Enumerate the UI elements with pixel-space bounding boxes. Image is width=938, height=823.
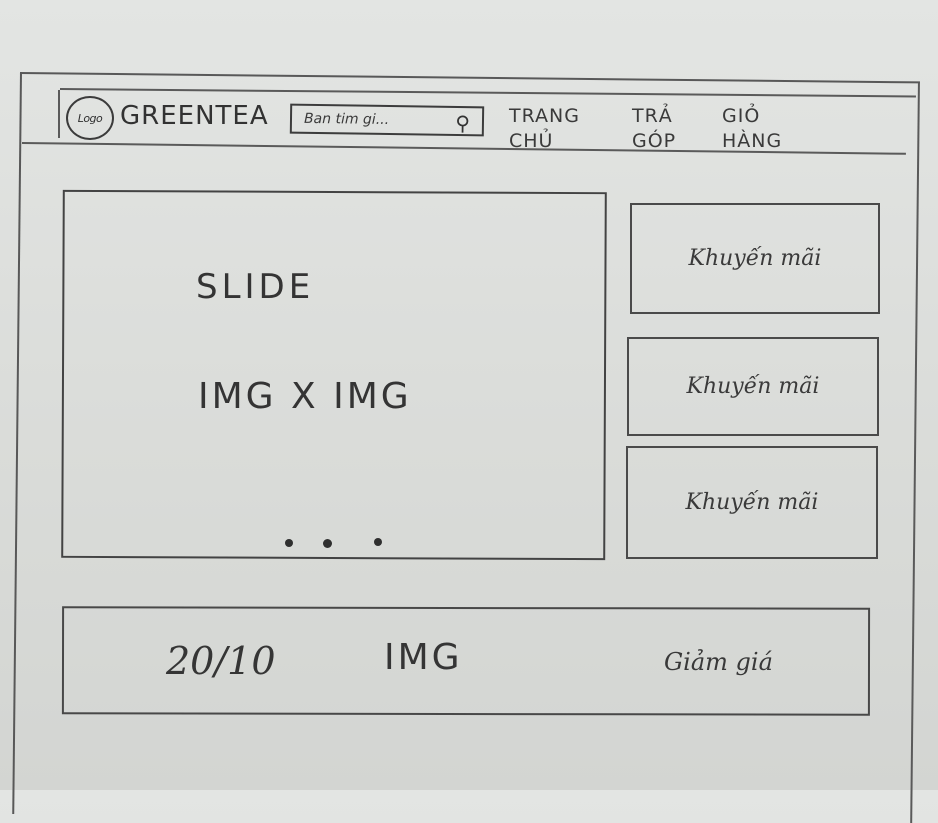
image-slider[interactable] [61,189,607,561]
promo-card[interactable]: Khuyến mãi [626,446,878,559]
slider-image-placeholder: IMG X IMG [198,376,412,417]
nav-item-label: TRẢ [632,105,673,127]
brand-name[interactable]: GREENTEA [120,101,269,131]
search-input[interactable]: Ban tim gi... ⚲ [289,103,485,137]
nav-item-label: TRANG [509,105,580,127]
logo[interactable]: Logo [66,96,114,140]
logo-text: Logo [77,111,103,125]
nav-item-label: CHỦ [509,130,554,152]
promo-label: Khuyến mãi [686,374,820,399]
promo-label: Khuyến mãi [688,246,822,271]
search-placeholder: Ban tim gi... [303,110,390,129]
nav-item-cart[interactable]: GIỎ HÀNG [722,104,782,154]
search-icon[interactable]: ⚲ [455,111,470,135]
promo-card[interactable]: Khuyến mãi [630,203,880,314]
nav-item-label: GIỎ [722,105,761,127]
banner-image-placeholder: IMG [384,637,463,678]
nav-item-installment[interactable]: TRẢ GÓP [632,104,676,154]
banner-date: 20/10 [166,639,276,683]
slider-dot[interactable] [323,539,332,548]
nav-item-home[interactable]: TRANG CHỦ [509,104,580,154]
promo-label: Khuyến mãi [685,490,819,515]
banner-discount-label: Giảm giá [664,648,773,676]
nav-item-label: GÓP [632,130,677,152]
slider-title: SLIDE [196,267,315,307]
slider-dot[interactable] [285,539,293,547]
nav-item-label: HÀNG [722,130,783,152]
slider-dot[interactable] [374,538,382,546]
promo-card[interactable]: Khuyến mãi [627,337,879,436]
header-left-divider [58,90,60,138]
